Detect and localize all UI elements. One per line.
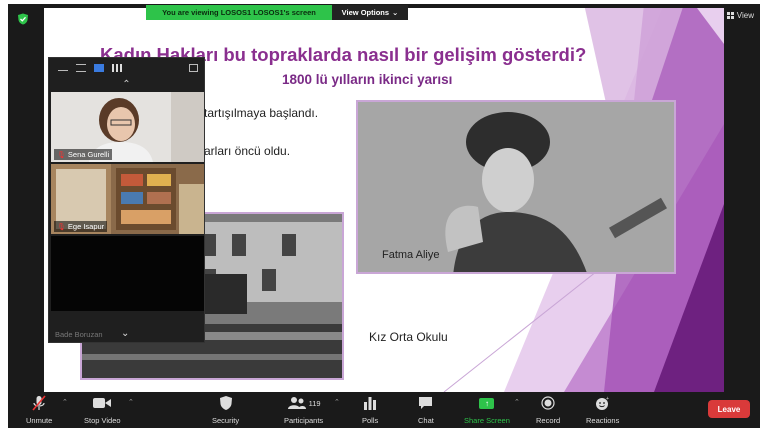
polls-label: Polls bbox=[362, 416, 379, 425]
participant-tile[interactable]: 🎙 Ege Isapur bbox=[51, 164, 204, 234]
meeting-toolbar: Unmute ⌃ Stop Video ⌃ Security 119 Parti… bbox=[8, 392, 760, 428]
stop-video-label: Stop Video bbox=[84, 416, 121, 425]
audio-options-caret-icon[interactable]: ⌃ bbox=[62, 398, 68, 406]
fatma-aliye-caption: Fatma Aliye bbox=[382, 249, 440, 261]
view-button-label: View bbox=[736, 11, 754, 20]
participants-icon: 119 bbox=[287, 395, 321, 411]
participant-name: Ege Isapur bbox=[67, 222, 105, 231]
participant-name-partial: Bade Boruzan bbox=[55, 330, 103, 339]
reactions-label: Reactions bbox=[586, 416, 620, 425]
scroll-down-icon[interactable]: ⌄ bbox=[121, 328, 129, 339]
leave-meeting-button[interactable]: Leave bbox=[708, 400, 750, 418]
chevron-down-icon: ⌄ bbox=[392, 8, 399, 17]
record-icon bbox=[541, 395, 555, 411]
slide-subtitle: 1800 lü yılların ikinci yarısı bbox=[282, 72, 453, 87]
chat-bubble-icon bbox=[418, 395, 433, 411]
zoom-meeting-window: Kadın Hakları bu topraklarda nasıl bir g… bbox=[0, 0, 768, 432]
share-screen-button[interactable]: ↑ Share Screen bbox=[464, 395, 510, 425]
scroll-up-icon[interactable]: ⌃ bbox=[49, 78, 204, 92]
view-options-button[interactable]: View Options ⌄ bbox=[332, 5, 408, 20]
participant-name-tag: 🎙 Sena Gurelli bbox=[54, 149, 113, 160]
gallery-view-icon[interactable] bbox=[112, 64, 122, 72]
participant-tile[interactable]: 🎙 Sena Gurelli bbox=[51, 92, 204, 162]
polls-button[interactable]: Polls bbox=[362, 395, 378, 425]
record-label: Record bbox=[536, 416, 561, 425]
slide-text-line-2: arları öncü oldu. bbox=[204, 144, 291, 158]
participant-name-tag: 🎙 Ege Isapur bbox=[54, 221, 108, 232]
share-options-caret-icon[interactable]: ⌃ bbox=[514, 398, 520, 406]
view-button[interactable]: View bbox=[726, 11, 754, 20]
svg-text:+: + bbox=[606, 396, 609, 402]
unmute-button[interactable]: Unmute bbox=[26, 395, 52, 425]
participant-tile-empty[interactable] bbox=[51, 236, 204, 311]
unmute-label: Unmute bbox=[26, 416, 53, 425]
participants-count: 119 bbox=[308, 398, 321, 408]
reactions-button[interactable]: + Reactions bbox=[586, 395, 620, 426]
participant-name: Sena Gurelli bbox=[67, 150, 110, 159]
security-label: Security bbox=[212, 416, 240, 425]
viewing-notice: You are viewing LOSOS1 LOSOS1's screen bbox=[146, 5, 332, 20]
gallery-toolbar bbox=[49, 58, 204, 78]
participants-label: Participants bbox=[284, 416, 324, 425]
security-button[interactable]: Security bbox=[212, 395, 239, 425]
fullscreen-icon[interactable] bbox=[189, 64, 198, 72]
encryption-shield-icon[interactable] bbox=[17, 13, 29, 25]
participants-button[interactable]: 119 Participants bbox=[284, 395, 323, 425]
grid-icon bbox=[726, 12, 734, 19]
security-shield-icon bbox=[219, 395, 233, 411]
muted-mic-icon: 🎙 bbox=[57, 223, 66, 231]
stop-video-button[interactable]: Stop Video bbox=[84, 395, 121, 425]
chat-label: Chat bbox=[418, 416, 434, 425]
school-caption: Kız Orta Okulu bbox=[369, 330, 448, 344]
video-camera-icon bbox=[93, 395, 112, 411]
fatma-aliye-portrait bbox=[356, 100, 676, 274]
muted-mic-icon: 🎙 bbox=[57, 151, 66, 159]
hide-video-icon[interactable] bbox=[76, 64, 86, 72]
bar-chart-icon bbox=[363, 395, 377, 411]
screen-share-banner: You are viewing LOSOS1 LOSOS1's screen V… bbox=[146, 5, 408, 20]
slide-text-line-1: tartışılmaya başlandı. bbox=[204, 106, 319, 120]
frame-left bbox=[8, 4, 44, 392]
smiley-icon: + bbox=[595, 395, 610, 411]
record-button[interactable]: Record bbox=[536, 395, 560, 425]
video-options-caret-icon[interactable]: ⌃ bbox=[128, 398, 134, 406]
muted-mic-icon bbox=[32, 395, 46, 411]
view-options-label: View Options bbox=[341, 8, 390, 17]
minimize-icon[interactable] bbox=[58, 65, 68, 71]
share-screen-icon: ↑ bbox=[479, 395, 495, 411]
participants-options-caret-icon[interactable]: ⌃ bbox=[334, 398, 340, 406]
chat-button[interactable]: Chat bbox=[418, 395, 434, 425]
frame-right bbox=[724, 4, 760, 392]
share-screen-label: Share Screen bbox=[464, 416, 510, 425]
speaker-view-icon[interactable] bbox=[94, 64, 104, 72]
participant-gallery-panel: ⌃ 🎙 Sena Gurelli 🎙 Ege Isapur Bade Boruz… bbox=[48, 57, 205, 343]
